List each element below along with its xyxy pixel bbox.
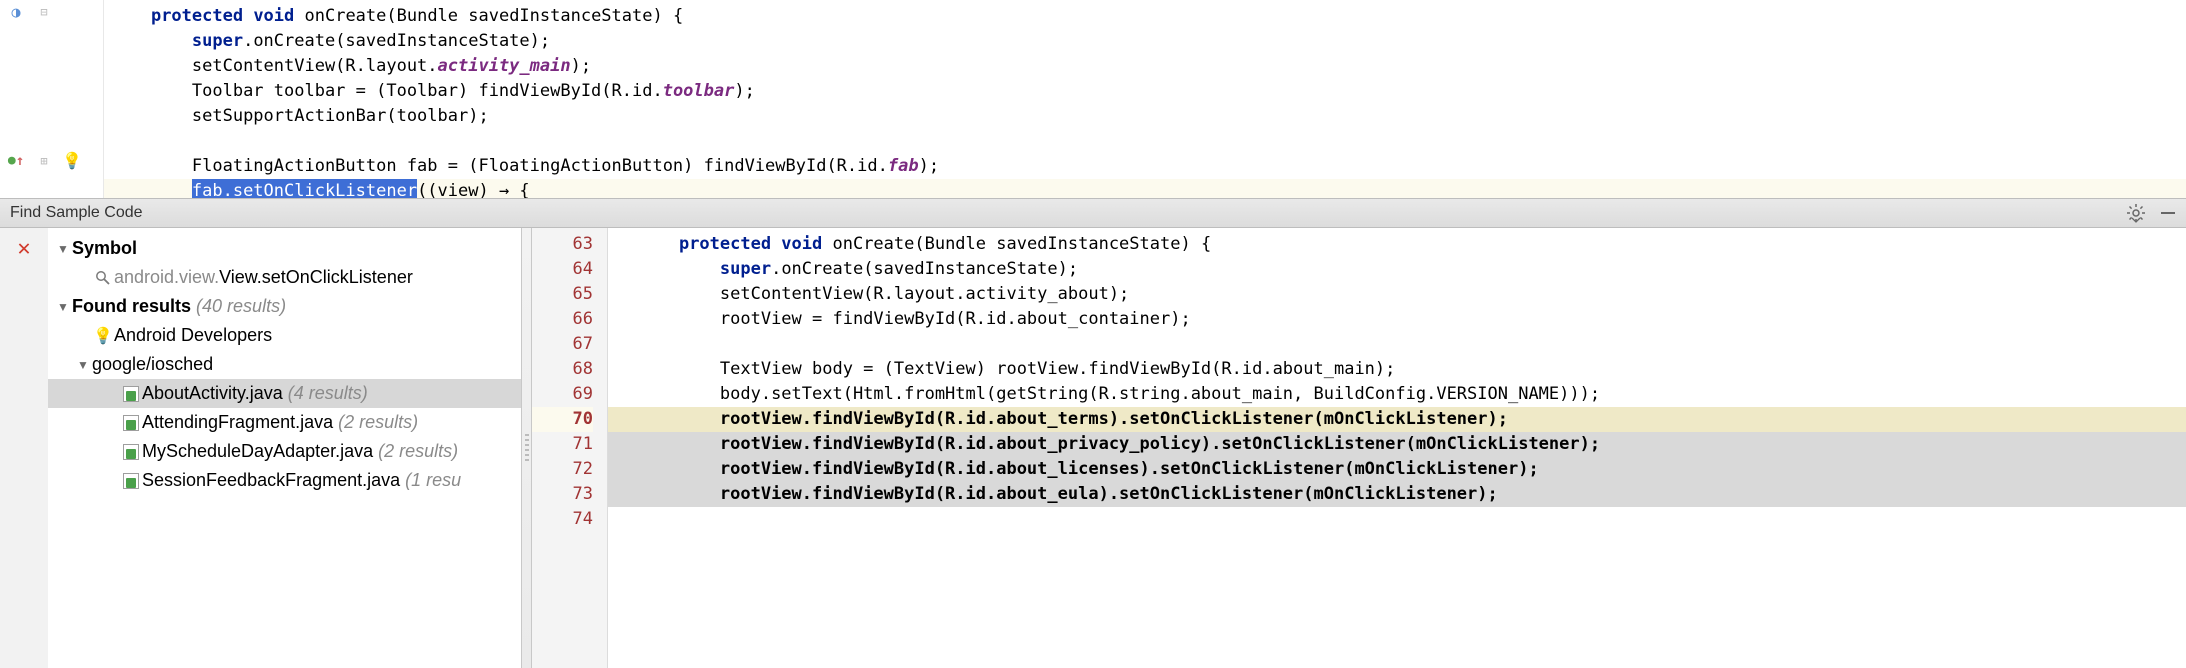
find-sample-panel-header[interactable]: Find Sample Code	[0, 198, 2186, 228]
symbol-path[interactable]: android.view.View.setOnClickListener	[114, 267, 413, 288]
code-line[interactable]	[608, 332, 2186, 357]
fold-minus-icon[interactable]: ⊟	[36, 4, 52, 20]
file-result-label: SessionFeedbackFragment.java (1 resu	[142, 470, 461, 491]
chevron-down-icon[interactable]: ▼	[54, 300, 72, 314]
splitter-handle[interactable]	[522, 228, 532, 668]
file-result-row[interactable]: AboutActivity.java (4 results)	[48, 379, 521, 408]
java-file-icon	[120, 415, 142, 431]
code-line[interactable]	[104, 129, 2186, 154]
code-line[interactable]: protected void onCreate(Bundle savedInst…	[104, 4, 2186, 29]
find-sample-panel-body: ✕ ▼ Symbol android.view.View.setOnClickL…	[0, 228, 2186, 668]
code-line[interactable]: Toolbar toolbar = (Toolbar) findViewById…	[104, 79, 2186, 104]
fold-plus-icon[interactable]: ⊞	[36, 153, 52, 169]
results-tree[interactable]: ▼ Symbol android.view.View.setOnClickLis…	[48, 228, 522, 668]
override-marker-icon[interactable]: ◑	[8, 4, 24, 20]
search-icon	[92, 270, 114, 286]
line-number: 71	[532, 432, 593, 457]
java-file-icon	[120, 473, 142, 489]
sample-editor[interactable]: 636465666768697071727374 protected void …	[532, 228, 2186, 668]
file-result-label: MyScheduleDayAdapter.java (2 results)	[142, 441, 458, 462]
code-line[interactable]: rootView.findViewById(R.id.about_eula).s…	[608, 482, 2186, 507]
line-number: 66	[532, 307, 593, 332]
code-line[interactable]: FloatingActionButton fab = (FloatingActi…	[104, 154, 2186, 179]
code-line[interactable]: rootView.findViewById(R.id.about_privacy…	[608, 432, 2186, 457]
chevron-down-icon[interactable]: ▼	[74, 358, 92, 372]
close-icon[interactable]: ✕	[17, 236, 30, 668]
line-number: 67	[532, 332, 593, 357]
chevron-down-icon[interactable]: ▼	[54, 242, 72, 256]
editor-code-area[interactable]: protected void onCreate(Bundle savedInst…	[104, 0, 2186, 198]
tree-node-repo[interactable]: google/iosched	[92, 354, 213, 375]
bulb-icon: 💡	[92, 326, 114, 346]
code-line[interactable]: TextView body = (TextView) rootView.find…	[608, 357, 2186, 382]
line-number: 63	[532, 232, 593, 257]
code-line[interactable]: setContentView(R.layout.activity_main);	[104, 54, 2186, 79]
tree-node-android-devs[interactable]: Android Developers	[114, 325, 272, 346]
line-number: 70	[532, 407, 593, 432]
code-line[interactable]: rootView.findViewById(R.id.about_terms).…	[608, 407, 2186, 432]
code-line[interactable]: body.setText(Html.fromHtml(getString(R.s…	[608, 382, 2186, 407]
line-number: 74	[532, 507, 593, 532]
change-marker-icon[interactable]: ●↑	[8, 153, 24, 169]
panel-title: Find Sample Code	[10, 204, 143, 222]
editor-gutter: ◑ ⊟ ●↑ ⊞ 💡	[0, 0, 104, 198]
line-number: 73	[532, 482, 593, 507]
java-file-icon	[120, 386, 142, 402]
java-file-icon	[120, 444, 142, 460]
line-number: 65	[532, 282, 593, 307]
sample-code-area[interactable]: protected void onCreate(Bundle savedInst…	[608, 228, 2186, 668]
code-line[interactable]: rootView.findViewById(R.id.about_license…	[608, 457, 2186, 482]
main-editor[interactable]: ◑ ⊟ ●↑ ⊞ 💡 protected void onCreate(Bundl…	[0, 0, 2186, 198]
intention-bulb-icon[interactable]: 💡	[64, 153, 80, 169]
hide-panel-icon[interactable]	[2160, 205, 2176, 221]
file-result-label: AttendingFragment.java (2 results)	[142, 412, 418, 433]
line-number: 72	[532, 457, 593, 482]
settings-gear-icon[interactable]	[2126, 203, 2146, 223]
code-line[interactable]: setContentView(R.layout.activity_about);	[608, 282, 2186, 307]
file-result-row[interactable]: AttendingFragment.java (2 results)	[48, 408, 521, 437]
line-number-gutter: 636465666768697071727374	[532, 228, 608, 668]
code-line[interactable]: protected void onCreate(Bundle savedInst…	[608, 232, 2186, 257]
code-line[interactable]: rootView = findViewById(R.id.about_conta…	[608, 307, 2186, 332]
tree-heading-found: Found results (40 results)	[72, 296, 286, 317]
code-line[interactable]	[608, 507, 2186, 532]
code-line[interactable]: super.onCreate(savedInstanceState);	[104, 29, 2186, 54]
panel-close-column: ✕	[0, 228, 48, 668]
code-line[interactable]: setSupportActionBar(toolbar);	[104, 104, 2186, 129]
code-line[interactable]: super.onCreate(savedInstanceState);	[608, 257, 2186, 282]
line-number: 68	[532, 357, 593, 382]
file-result-row[interactable]: SessionFeedbackFragment.java (1 resu	[48, 466, 521, 495]
file-result-label: AboutActivity.java (4 results)	[142, 383, 368, 404]
line-number: 69	[532, 382, 593, 407]
tree-heading-symbol: Symbol	[72, 238, 137, 259]
code-line[interactable]: fab.setOnClickListener((view) → {	[104, 179, 2186, 198]
line-number: 64	[532, 257, 593, 282]
file-result-row[interactable]: MyScheduleDayAdapter.java (2 results)	[48, 437, 521, 466]
